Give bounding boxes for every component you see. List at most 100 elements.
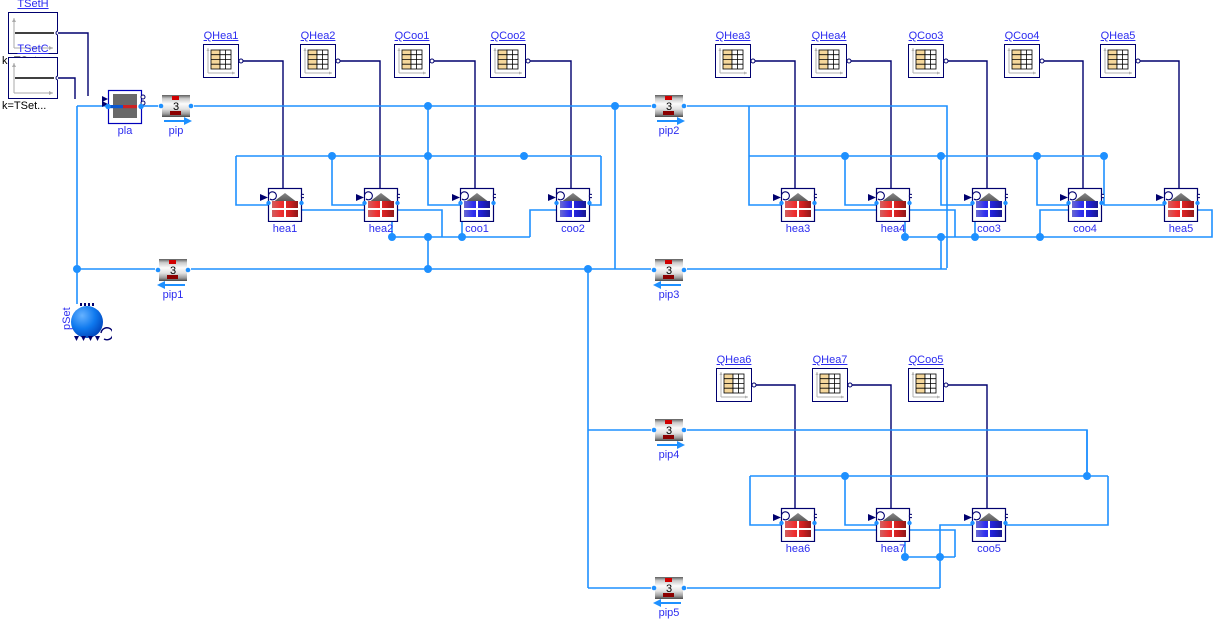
- timetable-qcoo1[interactable]: QCoo1: [394, 31, 435, 78]
- building-cooling-icon: [452, 187, 496, 222]
- building-hea7-label: hea7: [880, 543, 906, 555]
- table-icon: [811, 44, 852, 78]
- pipe-icon: 3: [155, 259, 191, 281]
- timetable-qhea1[interactable]: QHea1: [203, 31, 244, 78]
- table-icon: [1004, 44, 1045, 78]
- timetable-qhea6-label: QHea6: [716, 354, 752, 366]
- building-heating-icon: [1156, 187, 1200, 222]
- building-coo1-label: coo1: [465, 223, 489, 235]
- building-hea1[interactable]: hea1: [260, 187, 304, 235]
- timetable-qhea3-label: QHea3: [715, 30, 751, 42]
- timetable-qhea7-label: QHea7: [812, 354, 848, 366]
- pipe-pip5[interactable]: 3 pip5: [651, 577, 687, 619]
- pipe-icon: 3: [651, 577, 687, 599]
- building-hea4[interactable]: hea4: [868, 187, 912, 235]
- timetable-qhea4[interactable]: QHea4: [811, 31, 852, 78]
- building-coo4[interactable]: coo4: [1060, 187, 1104, 235]
- building-coo5[interactable]: coo5: [964, 507, 1008, 555]
- table-icon: [203, 44, 244, 78]
- building-hea2-label: hea2: [368, 223, 394, 235]
- timetable-qhea3[interactable]: QHea3: [715, 31, 756, 78]
- timetable-qcoo1-label: QCoo1: [394, 30, 430, 42]
- table-icon: [300, 44, 341, 78]
- connection-wires: .fw { stroke:#1e90ff; stroke-width:1.6; …: [58, 32, 1213, 589]
- svg-text:3: 3: [170, 265, 176, 277]
- building-hea7[interactable]: hea7: [868, 507, 912, 555]
- timetable-qhea4-label: QHea4: [811, 30, 847, 42]
- building-hea3[interactable]: hea3: [773, 187, 817, 235]
- building-coo2[interactable]: coo2: [548, 187, 592, 235]
- building-hea1-label: hea1: [272, 223, 298, 235]
- pipe-pip3[interactable]: 3 pip3: [651, 259, 687, 301]
- building-hea3-label: hea3: [785, 223, 811, 235]
- building-cooling-icon: [964, 507, 1008, 542]
- building-hea6[interactable]: hea6: [773, 507, 817, 555]
- timetable-qhea7[interactable]: QHea7: [812, 355, 853, 402]
- plant-icon: [102, 89, 146, 125]
- building-hea6-label: hea6: [785, 543, 811, 555]
- pset-label: pSet: [61, 307, 73, 330]
- building-heating-icon: [773, 187, 817, 222]
- svg-text:3: 3: [666, 583, 672, 595]
- setpoint-tsetc-value: k=TSet...: [2, 100, 47, 112]
- pipe-pip2[interactable]: 3 pip2: [651, 95, 687, 137]
- timetable-qhea2-label: QHea2: [300, 30, 336, 42]
- table-icon: [394, 44, 435, 78]
- timetable-qcoo4[interactable]: QCoo4: [1004, 31, 1045, 78]
- pipe-icon: 3: [651, 419, 687, 441]
- pipe-pip4-label: pip4: [658, 449, 680, 461]
- building-heating-icon: [868, 187, 912, 222]
- setpoint-tseth-name: TSetH: [17, 0, 49, 10]
- building-hea5-label: hea5: [1168, 223, 1194, 235]
- timetable-qhea5[interactable]: QHea5: [1100, 31, 1141, 78]
- building-heating-icon: [260, 187, 304, 222]
- building-coo1[interactable]: coo1: [452, 187, 496, 235]
- building-cooling-icon: [548, 187, 592, 222]
- table-icon: [1100, 44, 1141, 78]
- setpoint-block-tsetc[interactable]: TSetC k=TSet...: [2, 44, 58, 112]
- pipe-icon: 3: [158, 95, 194, 117]
- setpoint-tsetc-name: TSetC: [17, 43, 49, 55]
- building-hea2[interactable]: hea2: [356, 187, 400, 235]
- building-cooling-icon: [964, 187, 1008, 222]
- table-icon: [908, 44, 949, 78]
- building-coo3[interactable]: coo3: [964, 187, 1008, 235]
- timetable-qhea2[interactable]: QHea2: [300, 31, 341, 78]
- building-coo4-label: coo4: [1073, 223, 1097, 235]
- constant-block-icon: [8, 57, 58, 99]
- pressure-source-pset[interactable]: pSet: [61, 300, 112, 346]
- timetable-qcoo5-label: QCoo5: [908, 354, 944, 366]
- timetable-qcoo3[interactable]: QCoo3: [908, 31, 949, 78]
- timetable-qcoo2[interactable]: QCoo2: [490, 31, 531, 78]
- timetable-qcoo4-label: QCoo4: [1004, 30, 1040, 42]
- svg-text:3: 3: [666, 265, 672, 277]
- timetable-qcoo2-label: QCoo2: [490, 30, 526, 42]
- pipe-pip2-label: pip2: [658, 125, 680, 137]
- plant-pla[interactable]: pla: [102, 89, 146, 137]
- pipe-pip[interactable]: 3 pip: [158, 95, 194, 137]
- plant-label: pla: [117, 125, 133, 137]
- pipe-icon: 3: [651, 95, 687, 117]
- table-icon: [490, 44, 531, 78]
- modelica-diagram-canvas: .fw { stroke:#1e90ff; stroke-width:1.6; …: [0, 0, 1220, 624]
- table-icon: [715, 44, 756, 78]
- building-heating-icon: [356, 187, 400, 222]
- table-icon: [812, 368, 853, 402]
- pipe-pip1[interactable]: 3 pip1: [155, 259, 191, 301]
- timetable-qcoo5[interactable]: QCoo5: [908, 355, 949, 402]
- building-heating-icon: [868, 507, 912, 542]
- building-hea5[interactable]: hea5: [1156, 187, 1200, 235]
- timetable-qhea6[interactable]: QHea6: [716, 355, 757, 402]
- pipe-pip5-label: pip5: [658, 607, 680, 619]
- timetable-qhea5-label: QHea5: [1100, 30, 1136, 42]
- pipe-pip3-label: pip3: [658, 289, 680, 301]
- building-coo2-label: coo2: [561, 223, 585, 235]
- table-icon: [908, 368, 949, 402]
- pipe-pip4[interactable]: 3 pip4: [651, 419, 687, 461]
- timetable-qhea1-label: QHea1: [203, 30, 239, 42]
- svg-text:3: 3: [666, 425, 672, 437]
- building-cooling-icon: [1060, 187, 1104, 222]
- table-icon: [716, 368, 757, 402]
- building-coo3-label: coo3: [977, 223, 1001, 235]
- svg-text:3: 3: [666, 101, 672, 113]
